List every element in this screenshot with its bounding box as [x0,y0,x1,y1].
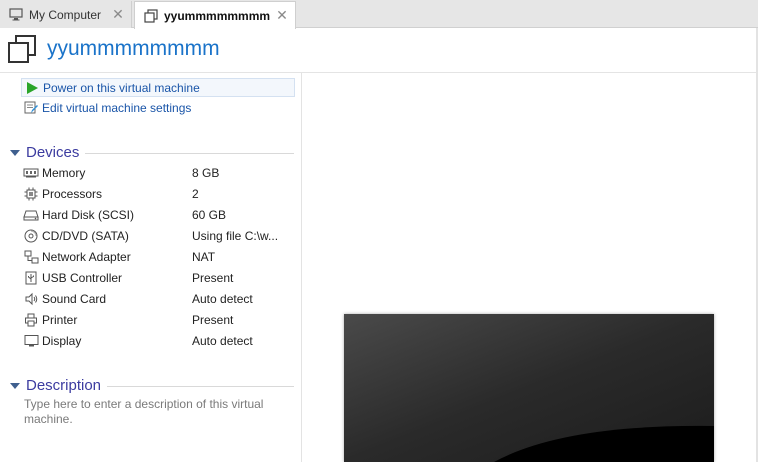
play-icon [24,80,40,96]
device-name: Hard Disk (SCSI) [42,207,135,222]
device-row-hard-disk[interactable]: Hard Disk (SCSI) 60 GB [23,204,298,225]
device-name: Network Adapter [42,249,131,264]
device-row-printer[interactable]: Printer Present [23,309,298,330]
device-name: Memory [42,165,86,180]
network-adapter-icon [23,249,39,265]
device-value: 2 [192,186,199,201]
edit-settings-button[interactable]: Edit virtual machine settings [21,98,295,117]
device-row-usb-controller[interactable]: USB Controller Present [23,267,298,288]
device-value: 60 GB [192,207,227,222]
device-value: Auto detect [192,291,253,306]
device-value: Using file C:\w... [192,228,279,243]
tab-my-computer[interactable]: My Computer ✕ [0,1,132,28]
printer-icon [23,312,39,328]
collapse-arrow-icon[interactable] [10,149,20,156]
device-name: Printer [42,312,78,327]
device-row-network-adapter[interactable]: Network Adapter NAT [23,246,298,267]
device-name: CD/DVD (SATA) [42,228,129,243]
device-value: 8 GB [192,165,220,180]
device-row-memory[interactable]: Memory 8 GB [23,162,298,183]
vm-icon [7,34,37,64]
device-name: Display [42,333,82,348]
device-name: Sound Card [42,291,107,306]
tab-vm[interactable]: yyummmmmmmm ✕ [134,1,296,29]
device-row-processors[interactable]: Processors 2 [23,183,298,204]
device-value: Auto detect [192,333,253,348]
preview-graphic [344,314,714,462]
device-value: Present [192,312,234,327]
hard-disk-icon [23,207,39,223]
devices-list: Memory 8 GB Processors 2 Hard Disk (SCSI… [23,162,298,351]
power-on-button[interactable]: Power on this virtual machine [21,78,295,97]
device-value: NAT [192,249,216,264]
devices-title: Devices [26,143,80,161]
description-section-header[interactable]: Description [10,375,294,395]
speaker-icon [23,291,39,307]
power-on-label: Power on this virtual machine [43,80,200,95]
divider [107,386,294,387]
description-input[interactable]: Type here to enter a description of this… [24,397,284,427]
edit-settings-label: Edit virtual machine settings [42,100,192,115]
edit-settings-icon [23,100,39,116]
devices-section-header[interactable]: Devices [10,142,294,162]
cd-dvd-icon [23,228,39,244]
device-row-sound-card[interactable]: Sound Card Auto detect [23,288,298,309]
monitor-icon [9,8,23,22]
vm-details-panel: Power on this virtual machine Edit virtu… [0,73,302,462]
divider [85,153,294,154]
close-icon[interactable]: ✕ [273,7,291,24]
collapse-arrow-icon[interactable] [10,382,20,389]
tab-label: yyummmmmmmm [164,8,271,23]
vm-preview-thumbnail[interactable] [344,314,714,462]
description-title: Description [26,376,102,394]
device-row-display[interactable]: Display Auto detect [23,330,298,351]
device-row-cd-dvd[interactable]: CD/DVD (SATA) Using file C:\w... [23,225,298,246]
processor-icon [23,186,39,202]
display-icon [23,333,39,349]
memory-icon [23,165,39,181]
device-name: Processors [42,186,103,201]
close-icon[interactable]: ✕ [109,6,127,23]
usb-icon [23,270,39,286]
device-value: Present [192,270,234,285]
tab-bar: My Computer ✕ yyummmmmmmm ✕ [0,0,758,29]
tab-label: My Computer [29,7,102,22]
page-title: yyummmmmmmm [47,37,220,60]
device-name: USB Controller [42,270,123,285]
vm-icon [144,8,158,23]
vm-header: yyummmmmmmm [0,28,758,73]
